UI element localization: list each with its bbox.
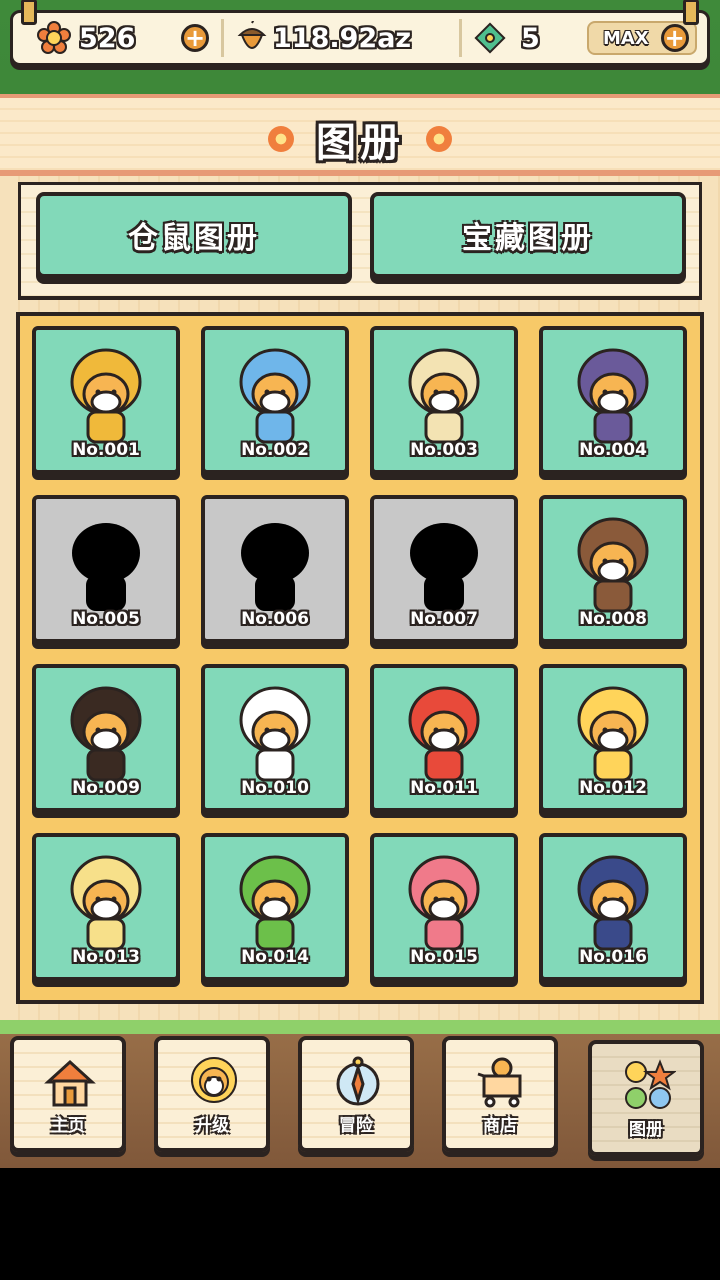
hamster-wizard-icon bbox=[577, 855, 649, 951]
hamster-emperor-icon bbox=[70, 348, 142, 444]
add-max-icon: + bbox=[660, 24, 689, 52]
nav-label: 主页 bbox=[51, 1116, 85, 1136]
nav-label: 冒险 bbox=[339, 1116, 373, 1136]
flower-currency: 526 bbox=[37, 13, 135, 63]
tab-treasure-album[interactable]: 宝藏图册 bbox=[370, 192, 686, 278]
collection-card[interactable]: No.007 bbox=[370, 495, 518, 643]
house-icon bbox=[44, 1059, 96, 1107]
ticket-count: 5 bbox=[521, 22, 540, 54]
card-number: No.005 bbox=[72, 609, 140, 629]
nav-label: 商店 bbox=[483, 1116, 517, 1136]
hamster-strawberry-icon bbox=[408, 686, 480, 782]
locked-silhouette-icon bbox=[410, 523, 478, 611]
collection-card[interactable]: No.002 bbox=[201, 326, 349, 474]
sunflower-hamster-icon bbox=[191, 1057, 237, 1103]
nav-album[interactable]: 图册 bbox=[588, 1040, 704, 1156]
card-number: No.014 bbox=[241, 947, 309, 967]
nav-label: 升级 bbox=[195, 1116, 229, 1136]
compass-icon bbox=[336, 1056, 380, 1106]
hamster-bunny-icon bbox=[239, 686, 311, 782]
hamster-cowboy-icon bbox=[577, 517, 649, 613]
card-number: No.002 bbox=[241, 440, 309, 460]
collection-card[interactable]: No.012 bbox=[539, 664, 687, 812]
collection-card[interactable]: No.003 bbox=[370, 326, 518, 474]
resource-bar: 526 + 118.92az 5 MAX + bbox=[10, 0, 710, 66]
hamster-flower-fairy-icon bbox=[408, 855, 480, 951]
locked-silhouette-icon bbox=[72, 523, 140, 611]
acorn-icon bbox=[237, 21, 267, 49]
card-number: No.008 bbox=[579, 609, 647, 629]
hamster-afro-icon bbox=[70, 686, 142, 782]
collection-card[interactable]: No.016 bbox=[539, 833, 687, 981]
ticket-icon bbox=[474, 22, 506, 54]
collection-card[interactable]: No.015 bbox=[370, 833, 518, 981]
divider bbox=[459, 19, 462, 57]
collection-card[interactable]: No.005 bbox=[32, 495, 180, 643]
album-icon bbox=[625, 1059, 676, 1109]
acorn-currency: 118.92az bbox=[237, 13, 411, 63]
collection-card[interactable]: No.013 bbox=[32, 833, 180, 981]
card-number: No.013 bbox=[72, 947, 140, 967]
add-flowers-button[interactable]: + bbox=[181, 24, 209, 52]
max-label: MAX bbox=[603, 27, 649, 49]
game-screen: 526 + 118.92az 5 MAX + 图册 仓鼠图册 宝藏图册 No.0… bbox=[0, 0, 720, 1168]
tab-hamster-album[interactable]: 仓鼠图册 bbox=[36, 192, 352, 278]
nav-home[interactable]: 主页 bbox=[10, 1036, 126, 1152]
card-number: No.011 bbox=[410, 778, 478, 798]
shop-cart-icon bbox=[477, 1057, 522, 1108]
card-number: No.003 bbox=[410, 440, 478, 460]
hamster-eskimo-icon bbox=[408, 348, 480, 444]
nav-upgrade[interactable]: 升级 bbox=[154, 1036, 270, 1152]
card-number: No.015 bbox=[410, 947, 478, 967]
hamster-bee-icon bbox=[577, 686, 649, 782]
card-number: No.007 bbox=[410, 609, 478, 629]
card-number: No.004 bbox=[579, 440, 647, 460]
card-number: No.012 bbox=[579, 778, 647, 798]
divider bbox=[221, 19, 224, 57]
nav-shop[interactable]: 商店 bbox=[442, 1036, 558, 1152]
hamster-fish-icon bbox=[239, 348, 311, 444]
collection-card[interactable]: No.011 bbox=[370, 664, 518, 812]
card-number: No.009 bbox=[72, 778, 140, 798]
flower-icon bbox=[426, 126, 452, 152]
collection-card[interactable]: No.010 bbox=[201, 664, 349, 812]
nav-label: 图册 bbox=[629, 1120, 663, 1140]
page-title: 图册 bbox=[316, 120, 404, 166]
ticket-currency: 5 bbox=[473, 13, 540, 63]
hamster-egg-icon bbox=[70, 855, 142, 951]
collection-card[interactable]: No.006 bbox=[201, 495, 349, 643]
locked-silhouette-icon bbox=[241, 523, 309, 611]
card-number: No.001 bbox=[72, 440, 140, 460]
hamster-frog-icon bbox=[239, 855, 311, 951]
flower-icon bbox=[268, 126, 294, 152]
nav-adventure[interactable]: 冒险 bbox=[298, 1036, 414, 1152]
max-button[interactable]: MAX + bbox=[587, 21, 697, 55]
card-number: No.006 bbox=[241, 609, 309, 629]
flower-count: 526 bbox=[79, 22, 136, 54]
collection-card[interactable]: No.014 bbox=[201, 833, 349, 981]
collection-card[interactable]: No.009 bbox=[32, 664, 180, 812]
acorn-count: 118.92az bbox=[273, 22, 412, 54]
title-banner: 图册 bbox=[0, 94, 720, 176]
collection-card[interactable]: No.008 bbox=[539, 495, 687, 643]
card-number: No.016 bbox=[579, 947, 647, 967]
collection-card[interactable]: No.004 bbox=[539, 326, 687, 474]
hamster-vampire-icon bbox=[577, 348, 649, 444]
collection-card[interactable]: No.001 bbox=[32, 326, 180, 474]
card-number: No.010 bbox=[241, 778, 309, 798]
flower-icon bbox=[37, 21, 71, 54]
